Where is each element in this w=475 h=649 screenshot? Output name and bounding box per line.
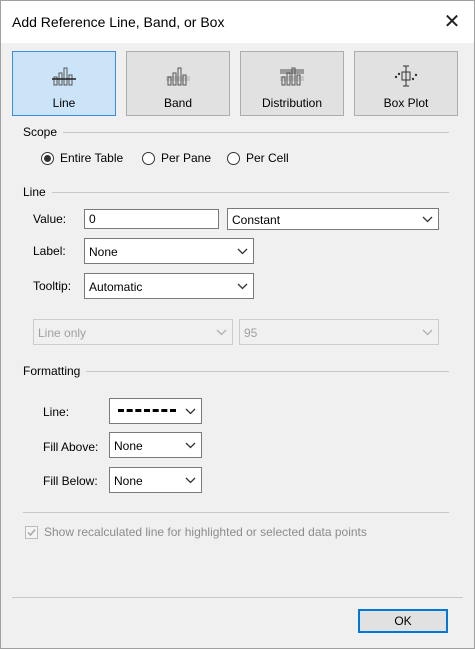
- checkmark-icon: [27, 528, 36, 536]
- label-label: Label:: [33, 244, 66, 258]
- line-style-select[interactable]: [109, 398, 202, 424]
- fill-above-selected: None: [114, 439, 143, 453]
- bottom-divider: [23, 512, 449, 513]
- tab-line-label: Line: [52, 96, 76, 110]
- chevron-down-icon: [422, 329, 433, 336]
- value-type-select[interactable]: Constant: [227, 208, 439, 230]
- tooltip-label: Tooltip:: [33, 279, 72, 293]
- label-select[interactable]: None: [84, 238, 254, 264]
- tab-box-plot-label: Box Plot: [383, 96, 429, 110]
- reference-line-icon: [52, 67, 76, 86]
- value-label: Value:: [33, 212, 67, 226]
- chevron-down-icon: [185, 477, 196, 484]
- tab-box-plot[interactable]: Box Plot: [354, 51, 458, 116]
- radio-entire-table[interactable]: [41, 151, 54, 165]
- reference-type-tabs: Line Band Distribution Box Plot: [12, 51, 462, 119]
- line-heading: Line: [23, 185, 52, 199]
- label-selected: None: [89, 245, 118, 259]
- fill-below-label: Fill Below:: [43, 474, 98, 488]
- chevron-down-icon: [237, 248, 248, 255]
- scope-divider: [23, 132, 449, 133]
- close-button[interactable]: ✕: [442, 12, 462, 32]
- tab-line[interactable]: Line: [12, 51, 116, 116]
- formatting-divider: [23, 371, 449, 372]
- recalculated-line-option: Show recalculated line for highlighted o…: [25, 525, 367, 539]
- radio-per-cell[interactable]: [227, 151, 240, 165]
- fill-below-selected: None: [114, 474, 143, 488]
- chevron-down-icon: [237, 283, 248, 290]
- line-divider: [23, 192, 449, 193]
- scope-entire-table[interactable]: Entire Table: [41, 151, 123, 165]
- scope-per-pane[interactable]: Per Pane: [142, 151, 211, 165]
- distribution-icon: [280, 67, 304, 86]
- box-plot-icon: [394, 65, 418, 87]
- footer-divider: [12, 597, 463, 598]
- radio-per-pane[interactable]: [142, 151, 155, 165]
- tab-band-label: Band: [163, 96, 193, 110]
- reference-line-dialog: Add Reference Line, Band, or Box ✕ Line: [0, 0, 475, 649]
- tab-distribution-label: Distribution: [261, 96, 323, 110]
- dialog-title: Add Reference Line, Band, or Box: [12, 14, 225, 30]
- dashed-line-swatch: [118, 409, 176, 412]
- title-bar: Add Reference Line, Band, or Box ✕: [1, 1, 474, 43]
- formatting-heading: Formatting: [23, 364, 87, 378]
- confidence-level-select: 95: [239, 319, 439, 345]
- tab-band[interactable]: Band: [126, 51, 230, 116]
- recalculated-line-label: Show recalculated line for highlighted o…: [44, 525, 367, 539]
- chevron-down-icon: [216, 329, 227, 336]
- confidence-type-selected: Line only: [38, 326, 87, 340]
- ok-button[interactable]: OK: [358, 609, 448, 633]
- chevron-down-icon: [185, 408, 196, 415]
- fill-above-label: Fill Above:: [43, 440, 99, 454]
- chevron-down-icon: [422, 216, 433, 223]
- tooltip-select[interactable]: Automatic: [84, 273, 254, 299]
- scope-per-cell-label: Per Cell: [246, 151, 289, 165]
- scope-per-pane-label: Per Pane: [161, 151, 212, 165]
- chevron-down-icon: [185, 442, 196, 449]
- fill-below-select[interactable]: None: [109, 467, 202, 493]
- confidence-type-select: Line only: [33, 319, 233, 345]
- close-icon: ✕: [443, 11, 461, 33]
- reference-band-icon: [166, 67, 190, 86]
- scope-heading: Scope: [23, 125, 64, 139]
- tab-distribution[interactable]: Distribution: [240, 51, 344, 116]
- scope-entire-table-label: Entire Table: [60, 151, 124, 165]
- confidence-level-selected: 95: [244, 326, 258, 340]
- line-style-label: Line:: [43, 405, 70, 419]
- value-type-selected: Constant: [232, 213, 281, 227]
- fill-above-select[interactable]: None: [109, 432, 202, 458]
- tooltip-selected: Automatic: [89, 280, 143, 294]
- scope-per-cell[interactable]: Per Cell: [227, 151, 289, 165]
- value-input[interactable]: 0: [84, 209, 219, 229]
- recalculated-line-checkbox: [25, 525, 38, 539]
